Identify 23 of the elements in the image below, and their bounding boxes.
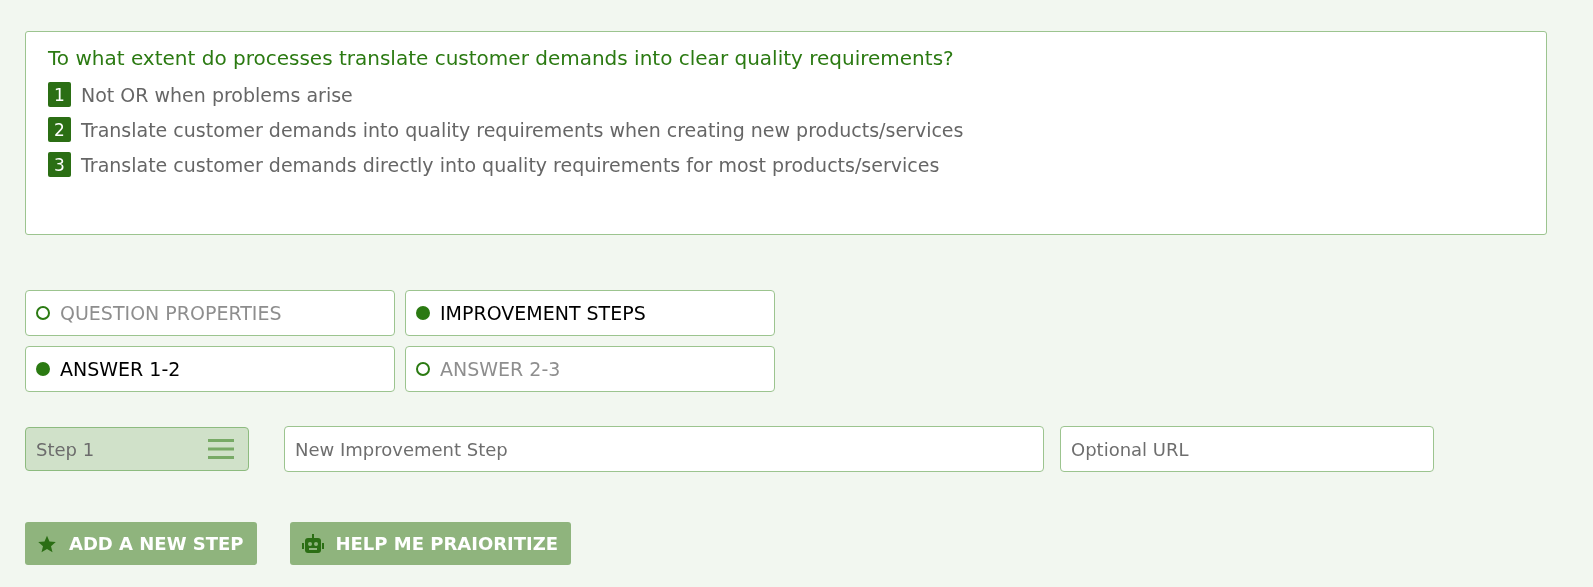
section-toggle[interactable]: ANSWER 1-2 [25,346,395,392]
radio-icon [36,306,50,320]
radio-icon [416,362,430,376]
action-button[interactable]: HELP ME PRAIORITIZE [289,522,572,565]
action-button[interactable]: ADD A NEW STEP [25,522,257,565]
menu-icon [208,439,234,459]
section-toggle[interactable]: IMPROVEMENT STEPS [405,290,775,336]
level-number: 2 [48,117,71,142]
url-input-field[interactable]: Optional URL [1060,426,1434,472]
section-toggle[interactable]: ANSWER 2-3 [405,346,775,392]
section-toggle[interactable]: QUESTION PROPERTIES [25,290,395,336]
level-text: Translate customer demands into quality requirements when creating new products/services [81,118,964,141]
step-input-field[interactable]: New Improvement Step [284,426,1044,472]
step-label: Step 1 [36,438,95,460]
question-title: To what extent do processes translate customer demands into clear quality requirements? [48,46,955,70]
level-number: 1 [48,82,71,107]
robot-icon [301,533,324,554]
radio-icon [36,362,50,376]
level-text: Not OR when problems arise [81,83,353,106]
level-text: Translate customer demands directly into quality requirements for most products/services [81,153,940,176]
radio-icon [416,306,430,320]
step-handle[interactable]: Step 1 [25,427,249,471]
level-number: 3 [48,152,71,177]
